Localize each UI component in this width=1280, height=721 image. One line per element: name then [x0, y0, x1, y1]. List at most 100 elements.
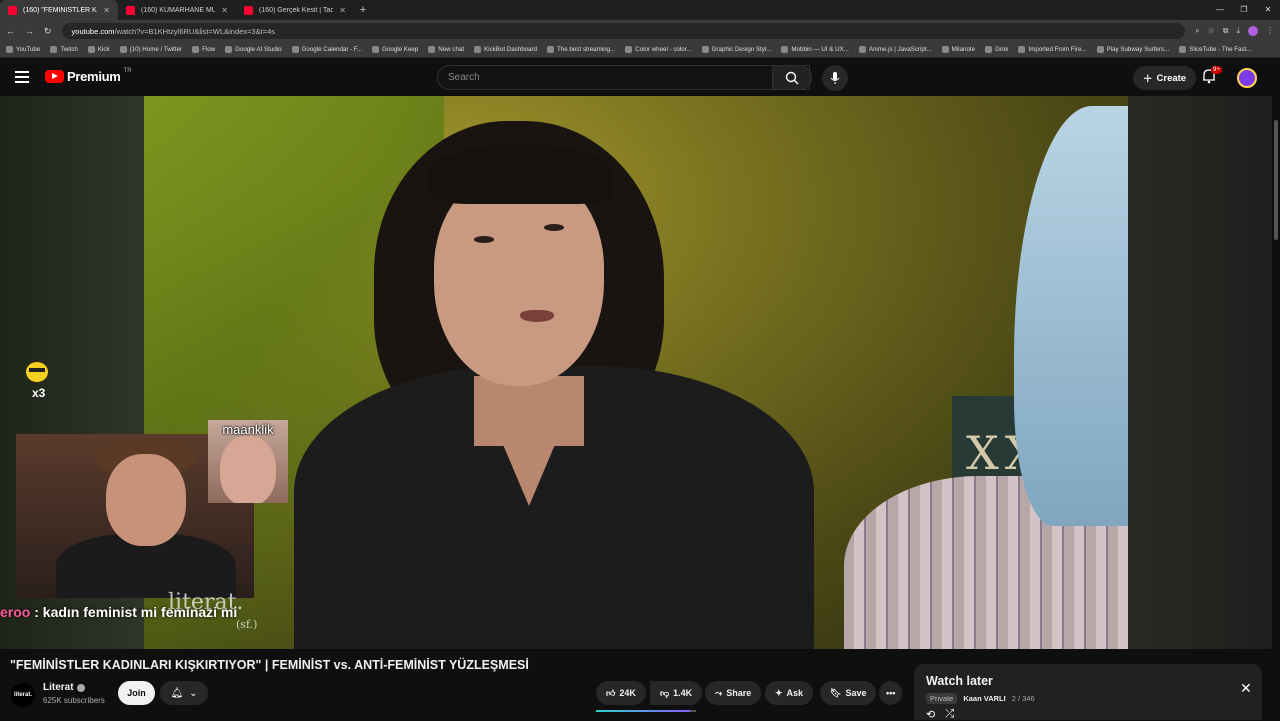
close-tab-icon[interactable]: ✕	[221, 6, 228, 15]
bookmark-item[interactable]: Play Subway Surfers...	[1096, 46, 1169, 53]
bookmark-item[interactable]: Milanote	[941, 46, 975, 53]
menu-hamburger-icon[interactable]	[15, 71, 29, 86]
ask-button[interactable]: ✦ Ask	[765, 681, 814, 705]
guest-webcam: maanklik	[208, 420, 288, 503]
video-player[interactable]: XX x3 maanklik literat. (sf.) eroo : kadı…	[0, 96, 1280, 649]
loop-icon[interactable]: ⟲	[926, 708, 935, 721]
bookmark-item[interactable]: New chat	[428, 46, 464, 53]
bookmark-item[interactable]: KickBot Dashboard	[474, 46, 537, 53]
chat-text: : kadın feminist mi feminazi mi	[30, 604, 238, 620]
menu-dots-icon[interactable]: ⋮	[1266, 26, 1274, 36]
scrollbar-thumb[interactable]	[1274, 120, 1278, 240]
video-frame: XX	[144, 96, 1128, 649]
reload-icon[interactable]: ↻	[44, 26, 52, 37]
playlist-meta: Private Kaan VARLI 2 / 346	[926, 693, 1035, 704]
browser-tab[interactable]: (160) Gerçek Kesit | Taciz - You... ✕	[236, 0, 354, 20]
url-field[interactable]: youtube.com/watch?v=B1KHtzyl6RU&list=WL&…	[61, 23, 1186, 39]
bookmark-item[interactable]: Flow	[192, 46, 215, 53]
back-icon[interactable]: ←	[6, 26, 15, 36]
channel-avatar[interactable]: literat.	[11, 683, 35, 707]
search-icon	[785, 71, 799, 84]
subscriber-count: 625K subscribers	[43, 696, 105, 705]
bookmark-item[interactable]: Google Calendar - F...	[291, 46, 362, 53]
voice-search-button[interactable]	[822, 65, 848, 91]
bookmark-icon	[87, 46, 95, 53]
save-button[interactable]: 🔖︎ Save	[820, 681, 877, 705]
chat-username: eroo	[0, 604, 31, 620]
bookmark-item[interactable]: Mobbin — UI & UX...	[781, 46, 849, 53]
logo-text: Premium	[67, 69, 121, 84]
share-icon: ⤳	[715, 687, 723, 698]
bookmark-item[interactable]: Grok	[985, 46, 1008, 53]
bookmark-item[interactable]: Google Keep	[372, 46, 418, 53]
bookmark-icon	[985, 46, 993, 53]
address-bar-row: ← → ↻ youtube.com/watch?v=B1KHtzyl6RU&li…	[0, 20, 1280, 42]
more-actions-button[interactable]: •••	[879, 681, 903, 705]
page-scrollbar[interactable]	[1272, 60, 1280, 720]
thumbs-up-icon: 👍︎	[606, 687, 616, 698]
forward-icon[interactable]: →	[25, 26, 34, 36]
extensions-area: ⌕ ☆ ⧉ ⤓ ⋮	[1195, 26, 1274, 36]
minimize-icon[interactable]: —	[1208, 0, 1232, 20]
close-tab-icon[interactable]: ✕	[103, 6, 110, 15]
search-input[interactable]: Search	[437, 65, 810, 90]
bookmark-icon	[50, 46, 58, 53]
youtube-favicon-icon	[8, 5, 17, 15]
bookmark-icon	[428, 46, 436, 53]
shuffle-icon[interactable]: ⤮	[945, 708, 954, 721]
profile-avatar[interactable]	[1248, 26, 1258, 36]
bookmark-item[interactable]: Imported From Fire...	[1018, 46, 1087, 53]
share-button[interactable]: ⤳ Share	[705, 681, 762, 705]
chevron-down-icon: ⌄	[189, 687, 198, 699]
playlist-controls: ⟲ ⤮	[926, 708, 954, 721]
new-tab-icon[interactable]: +	[354, 4, 372, 16]
tab-title: (160) KUMARHANE MÜDÜRÜ...	[141, 6, 216, 14]
more-horizontal-icon: •••	[886, 688, 896, 698]
extensions-icon[interactable]: ⧉	[1223, 26, 1229, 36]
video-title: "FEMİNİSTLER KADINLARI KIŞKIRTIYOR" | FE…	[10, 658, 529, 672]
bookmark-item[interactable]: (10) Home / Twitter	[119, 46, 182, 53]
playlist-title[interactable]: Watch later	[926, 674, 993, 688]
search-button[interactable]	[772, 65, 812, 90]
channel-name[interactable]: Literat	[43, 682, 85, 693]
bookmark-item[interactable]: Color wheel - color...	[625, 46, 692, 53]
notifications-button[interactable]: 9+	[1202, 66, 1222, 89]
close-window-icon[interactable]: ✕	[1256, 0, 1280, 20]
bookmark-item[interactable]: SliceTube - The Fast...	[1179, 46, 1251, 53]
download-icon[interactable]: ⤓	[1236, 26, 1240, 36]
bookmark-item[interactable]: Google AI Studio	[225, 46, 282, 53]
bookmark-item[interactable]: YouTube	[6, 46, 40, 53]
bookmark-item[interactable]: Twitch	[50, 46, 78, 53]
share-label: Share	[726, 688, 752, 698]
close-icon[interactable]: ✕	[1240, 680, 1252, 697]
youtube-play-icon	[45, 70, 64, 83]
maximize-icon[interactable]: ❐	[1232, 0, 1256, 20]
dislike-button[interactable]: 👎︎ 1.4K	[650, 681, 703, 705]
bookmark-item[interactable]: Graphic Design Styl...	[701, 46, 771, 53]
bookmark-icon	[119, 46, 127, 53]
subscription-bell-button[interactable]: 🔔︎ ⌄	[160, 681, 208, 705]
bookmark-icon	[781, 46, 789, 53]
join-button[interactable]: Join	[118, 681, 155, 705]
browser-tab[interactable]: (160) KUMARHANE MÜDÜRÜ... ✕	[118, 0, 236, 20]
zoom-icon[interactable]: ⌕	[1195, 26, 1199, 36]
bookmark-item[interactable]: The best streaming...	[547, 46, 615, 53]
bookmark-item[interactable]: Kick	[87, 46, 110, 53]
create-button[interactable]: ＋ Create	[1133, 66, 1197, 90]
url-path: /watch?v=B1KHtzyl6RU&list=WL&index=3&t=4…	[114, 26, 276, 36]
dislike-count: 1.4K	[673, 688, 693, 698]
verified-check-icon	[76, 683, 85, 692]
bookmark-icon	[192, 46, 200, 53]
bookmark-star-icon[interactable]: ☆	[1208, 26, 1215, 36]
playlist-owner[interactable]: Kaan VARLI	[963, 694, 1005, 703]
close-tab-icon[interactable]: ✕	[339, 6, 346, 15]
bookmark-icon	[1179, 46, 1187, 53]
window-controls: — ❐ ✕	[1208, 0, 1280, 20]
bookmark-item[interactable]: Anime.js | JavaScript...	[858, 46, 932, 53]
like-button[interactable]: 👍︎ 24K	[596, 681, 646, 705]
create-label: Create	[1156, 72, 1187, 84]
like-ratio-fill	[596, 710, 690, 712]
youtube-logo[interactable]: Premium TR	[45, 68, 132, 84]
browser-tab[interactable]: (160) "FEMİNİSTLER KADIN... ✕	[0, 0, 118, 20]
account-avatar[interactable]	[1237, 68, 1257, 88]
